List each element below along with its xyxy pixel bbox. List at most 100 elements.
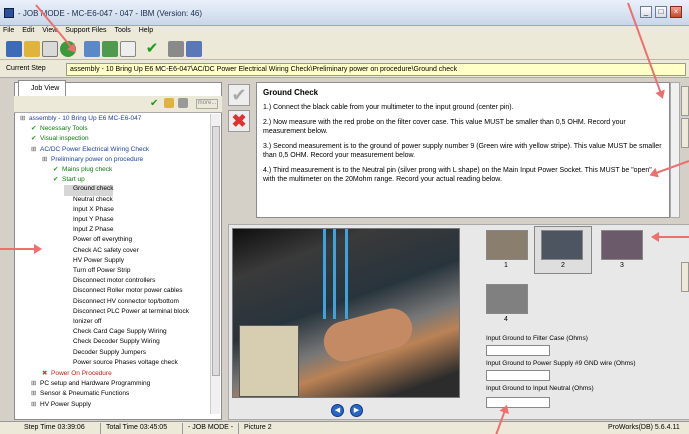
tree-node-label: Preliminary power on procedure — [51, 155, 144, 163]
open-folder-icon[interactable] — [24, 41, 40, 57]
menu-bar: File Edit View Support Files Tools Help — [0, 26, 689, 38]
tree-node-label: Disconnect Roller motor power cables — [73, 287, 183, 295]
side-tab[interactable] — [681, 86, 689, 116]
field-label-filter-case: Input Ground to Filter Case (Ohms) — [486, 335, 588, 342]
tree-node-label: Input Y Phase — [73, 216, 114, 223]
previous-picture-button[interactable]: ◀ — [331, 404, 344, 417]
total-time: Total Time 03:45:05 — [106, 424, 168, 431]
expand-icon: ⊞ — [31, 400, 37, 408]
check-icon: ✔ — [31, 135, 37, 143]
thumbnail-label: 2 — [561, 262, 565, 269]
tree-node-label: HV Power Supply — [73, 256, 124, 264]
tree-scrollbar[interactable] — [210, 114, 220, 414]
tree-node-label: PC setup and Hardware Programming — [40, 380, 151, 388]
annotation-arrow — [653, 236, 689, 238]
menu-tools[interactable]: Tools — [111, 26, 133, 35]
menu-support-files[interactable]: Support Files — [62, 26, 109, 35]
tree-node-label: Ground check — [73, 185, 114, 193]
tree-node-label: Check Card Cage Supply Wiring — [73, 328, 167, 336]
tree-node-label: HV Power Supply — [40, 400, 91, 408]
field-label-psu9-gnd: Input Ground to Power Supply #9 GND wire… — [486, 360, 636, 367]
thumbnail-2[interactable] — [541, 230, 583, 260]
tree-node-label: assembly - 10 Bring Up E6 MC-E6-047 — [29, 115, 142, 122]
thumbnail-3[interactable] — [601, 230, 643, 260]
side-tab[interactable] — [681, 262, 689, 292]
side-tab[interactable] — [681, 118, 689, 148]
current-step-path: assembly - 10 Bring Up E6 MC-E6-047\AC/D… — [66, 63, 686, 76]
approve-check-icon[interactable]: ✔ — [144, 41, 160, 57]
tree-node-label: Disconnect motor controllers — [73, 277, 156, 285]
tree-node-label: AC/DC Power Electrical Wiring Check — [40, 145, 150, 153]
menu-edit[interactable]: Edit — [19, 26, 37, 35]
tree-node-label: Start up — [62, 176, 85, 184]
step-time: Step Time 03:39:06 — [24, 424, 85, 431]
tree-node-label: Mains plug check — [62, 166, 113, 173]
picture-indicator: Picture 2 — [244, 424, 272, 431]
field-label-neutral: Input Ground to Input Neutral (Ohms) — [486, 385, 594, 392]
reject-step-button[interactable]: ✖ — [228, 110, 250, 132]
expand-icon: ⊞ — [31, 145, 37, 153]
tab-job-view[interactable]: Job View — [18, 80, 66, 96]
instruction-step: 4.) Third measurement is to the Neutral … — [263, 167, 652, 183]
thumbnail-1[interactable] — [486, 230, 528, 260]
next-picture-button[interactable]: ▶ — [350, 404, 363, 417]
checklist-icon[interactable] — [42, 41, 58, 57]
instruction-heading: Ground Check — [263, 88, 319, 97]
tree-node-label: Check AC safety cover — [73, 246, 139, 254]
current-step-bar: Current Step assembly - 10 Bring Up E6 M… — [0, 60, 689, 78]
document-icon[interactable] — [120, 41, 136, 57]
expand-icon: ⊞ — [31, 390, 37, 398]
exit-icon[interactable] — [186, 41, 202, 57]
toolbar: ✔ — [0, 38, 689, 60]
scroll-thumb[interactable] — [212, 126, 220, 376]
more-button[interactable]: more... — [196, 99, 218, 109]
menu-file[interactable]: File — [0, 26, 17, 35]
layout-icon[interactable] — [84, 41, 100, 57]
step-action-buttons: ✔ ✖ — [228, 84, 252, 144]
title-bar: - JOB MODE - MC-E6-047 - 047 - IBM (Vers… — [0, 0, 689, 26]
new-icon[interactable] — [6, 41, 22, 57]
folder-icon[interactable] — [164, 98, 174, 108]
mode-indicator: - JOB MODE - — [188, 424, 234, 431]
close-button[interactable]: × — [670, 6, 682, 18]
thumbnail-4[interactable] — [486, 284, 528, 314]
tools-icon[interactable] — [168, 41, 184, 57]
tree-node-label: Power source Phases voltage check — [73, 358, 178, 366]
tree-node-label: Ionizer off — [73, 318, 102, 325]
version-info: ProWorks(DB) 5.6.4.11 — [608, 424, 680, 431]
tree-node-label: Input Z Phase — [73, 226, 114, 234]
multimeter-image — [239, 325, 299, 397]
app-icon — [4, 8, 14, 18]
expand-icon: ⊞ — [42, 155, 48, 163]
instruction-step: 1.) Connect the black cable from your mu… — [263, 104, 514, 111]
expand-icon: ⊞ — [20, 115, 26, 122]
check-icon: ✔ — [53, 166, 59, 173]
thumbnail-label: 3 — [620, 262, 624, 269]
tree-node[interactable]: ⊞ HV Power Supply — [31, 400, 91, 411]
instruction-scrollbar[interactable] — [670, 82, 680, 218]
instruction-panel: Ground Check 1.) Connect the black cable… — [256, 82, 670, 218]
tree-node-label: Power On Procedure — [51, 370, 112, 377]
main-picture — [232, 228, 460, 398]
input-neutral[interactable] — [486, 397, 550, 408]
tree-node-label: Power off everything — [73, 236, 133, 244]
job-tree[interactable]: ⊞ assembly - 10 Bring Up E6 MC-E6-047 ✔ Nec… — [16, 114, 210, 414]
accept-step-button[interactable]: ✔ — [228, 84, 250, 106]
input-psu9-gnd[interactable] — [486, 370, 550, 381]
check-icon[interactable]: ✔ — [150, 98, 158, 109]
tree-node-label: Input X Phase — [73, 205, 114, 213]
maximize-button[interactable]: □ — [655, 6, 667, 18]
instruction-step: 3.) Second measurement is to the ground … — [263, 143, 662, 159]
wire-image — [345, 229, 348, 319]
expand-icon: ⊞ — [31, 380, 37, 388]
menu-help[interactable]: Help — [136, 26, 156, 35]
minimize-button[interactable]: _ — [640, 6, 652, 18]
cross-icon: ✖ — [42, 370, 48, 377]
tree-node-label: Sensor & Pneumatic Functions — [40, 390, 130, 398]
instruction-step: 2.) Now measure with the red probe on th… — [263, 119, 626, 135]
wire-image — [323, 229, 326, 319]
annotation-arrow — [0, 244, 42, 254]
wrench-icon[interactable] — [178, 98, 188, 108]
input-filter-case[interactable] — [486, 345, 550, 356]
export-icon[interactable] — [102, 41, 118, 57]
